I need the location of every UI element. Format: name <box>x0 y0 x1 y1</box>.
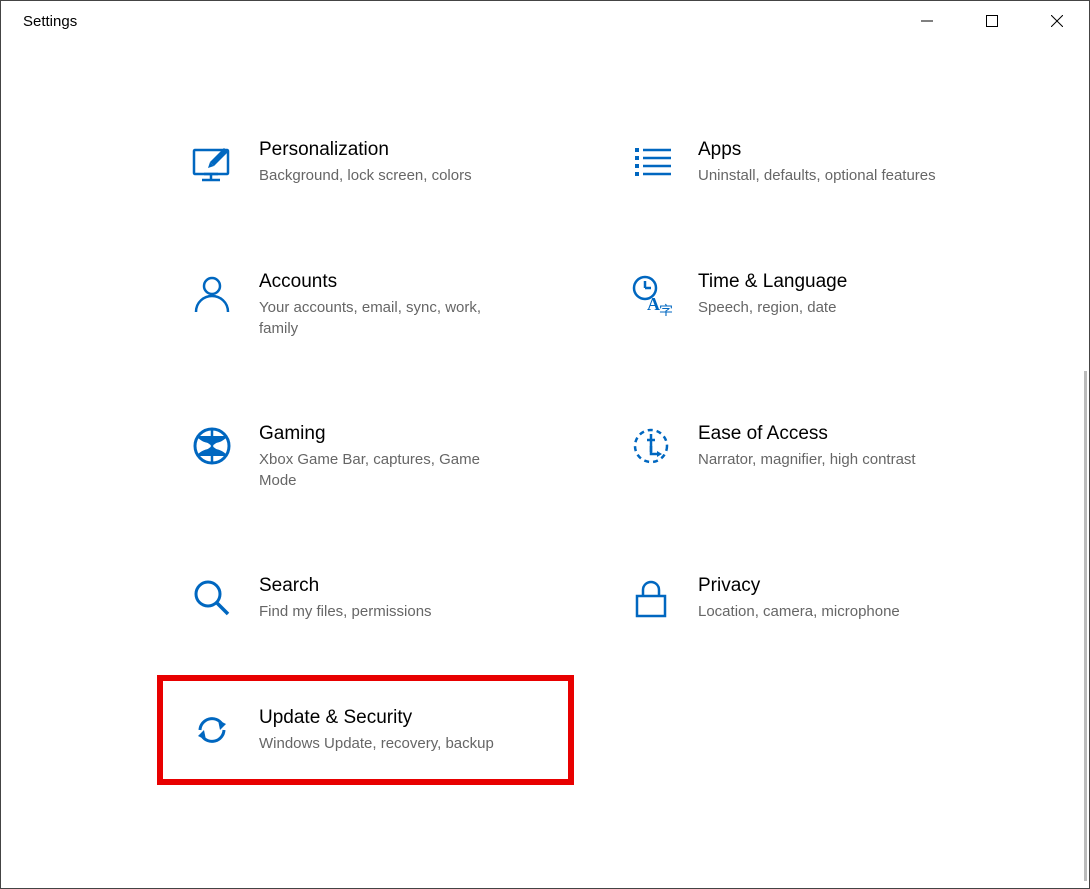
setting-item-title: Personalization <box>259 139 472 161</box>
search-icon <box>187 573 237 623</box>
titlebar: Settings <box>1 1 1089 41</box>
minimize-icon <box>921 15 933 27</box>
ease-of-access-icon <box>626 421 676 471</box>
maximize-icon <box>986 15 998 27</box>
setting-item-desc: Narrator, magnifier, high contrast <box>698 449 916 470</box>
maximize-button[interactable] <box>959 1 1024 41</box>
close-button[interactable] <box>1024 1 1089 41</box>
setting-item-title: Search <box>259 575 432 597</box>
setting-item-title: Gaming <box>259 423 519 445</box>
setting-item-ease-of-access[interactable]: Ease of Access Narrator, magnifier, high … <box>620 415 1029 497</box>
setting-item-personalization[interactable]: Personalization Background, lock screen, … <box>181 131 590 193</box>
time-language-icon <box>626 269 676 319</box>
setting-item-text: Personalization Background, lock screen, … <box>259 137 472 186</box>
setting-item-desc: Your accounts, email, sync, work, family <box>259 297 519 339</box>
minimize-button[interactable] <box>894 1 959 41</box>
setting-item-text: Apps Uninstall, defaults, optional featur… <box>698 137 936 186</box>
setting-item-search[interactable]: Search Find my files, permissions <box>181 567 590 629</box>
gaming-icon <box>187 421 237 471</box>
setting-item-title: Accounts <box>259 271 519 293</box>
scrollbar[interactable] <box>1084 371 1087 881</box>
setting-item-gaming[interactable]: Gaming Xbox Game Bar, captures, Game Mode <box>181 415 590 497</box>
setting-item-title: Time & Language <box>698 271 847 293</box>
setting-item-text: Search Find my files, permissions <box>259 573 432 622</box>
update-security-icon <box>187 705 237 755</box>
apps-icon <box>626 137 676 187</box>
settings-grid: Personalization Background, lock screen, … <box>181 131 1029 761</box>
setting-item-accounts[interactable]: Accounts Your accounts, email, sync, work… <box>181 263 590 345</box>
setting-item-text: Gaming Xbox Game Bar, captures, Game Mode <box>259 421 519 491</box>
setting-item-text: Ease of Access Narrator, magnifier, high … <box>698 421 916 470</box>
setting-item-time-language[interactable]: Time & Language Speech, region, date <box>620 263 1029 345</box>
setting-item-desc: Windows Update, recovery, backup <box>259 733 494 754</box>
setting-item-desc: Speech, region, date <box>698 297 847 318</box>
setting-item-desc: Find my files, permissions <box>259 601 432 622</box>
setting-item-title: Privacy <box>698 575 900 597</box>
setting-item-title: Ease of Access <box>698 423 916 445</box>
window-controls <box>894 1 1089 41</box>
setting-item-apps[interactable]: Apps Uninstall, defaults, optional featur… <box>620 131 1029 193</box>
window-title: Settings <box>23 13 77 30</box>
setting-item-desc: Background, lock screen, colors <box>259 165 472 186</box>
setting-item-privacy[interactable]: Privacy Location, camera, microphone <box>620 567 1029 629</box>
setting-item-desc: Xbox Game Bar, captures, Game Mode <box>259 449 519 491</box>
setting-item-text: Accounts Your accounts, email, sync, work… <box>259 269 519 339</box>
setting-item-title: Update & Security <box>259 707 494 729</box>
setting-item-desc: Location, camera, microphone <box>698 601 900 622</box>
accounts-icon <box>187 269 237 319</box>
privacy-icon <box>626 573 676 623</box>
setting-item-text: Update & Security Windows Update, recover… <box>259 705 494 754</box>
close-icon <box>1051 15 1063 27</box>
setting-item-text: Time & Language Speech, region, date <box>698 269 847 318</box>
setting-item-text: Privacy Location, camera, microphone <box>698 573 900 622</box>
setting-item-update-security[interactable]: Update & Security Windows Update, recover… <box>181 699 550 761</box>
setting-item-title: Apps <box>698 139 936 161</box>
settings-content: Personalization Background, lock screen, … <box>1 41 1089 761</box>
setting-item-desc: Uninstall, defaults, optional features <box>698 165 936 186</box>
personalization-icon <box>187 137 237 187</box>
